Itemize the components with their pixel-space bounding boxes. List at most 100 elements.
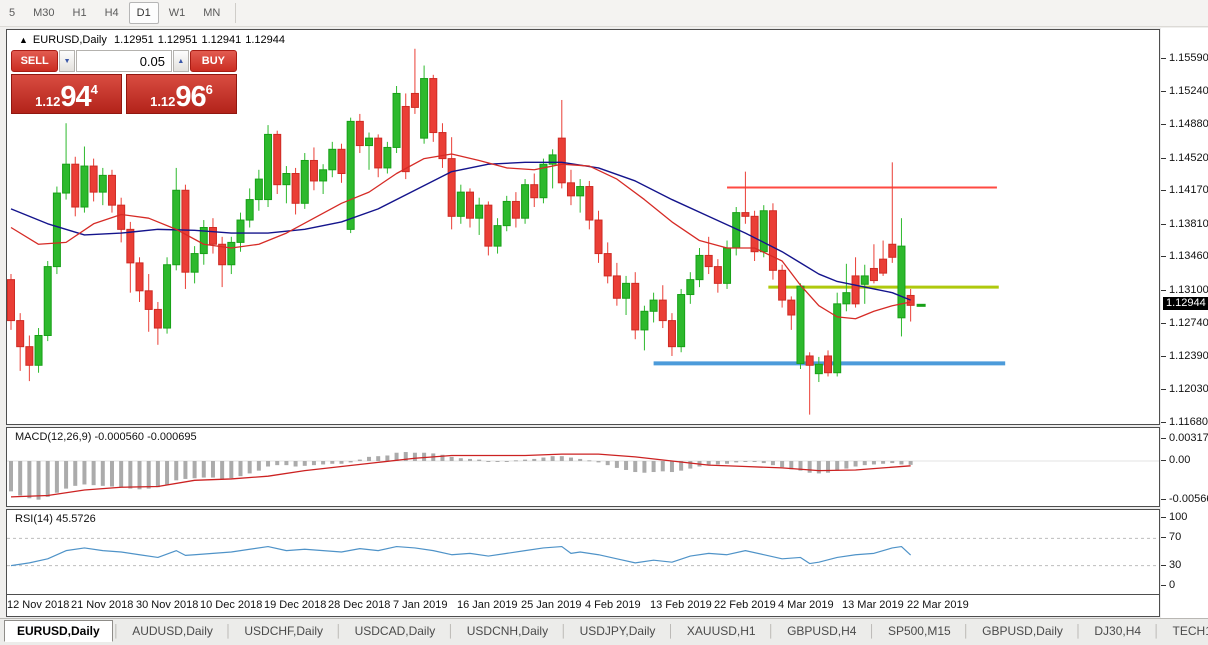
candle	[274, 134, 281, 184]
tab-sp500-m15[interactable]: SP500,M15	[876, 621, 963, 641]
candle	[760, 211, 767, 252]
candle	[641, 311, 648, 330]
quote-symbol: EURUSD,Daily	[33, 34, 107, 46]
candle	[182, 190, 189, 272]
candle	[540, 164, 547, 198]
candle	[338, 149, 345, 173]
candle	[81, 166, 88, 207]
tab-gbpusd-h4[interactable]: GBPUSD,H4	[775, 621, 868, 641]
timeframe-button-h1[interactable]: H1	[65, 2, 95, 24]
buy-price-main: 96	[175, 84, 205, 110]
candle	[26, 347, 33, 366]
macd-panel[interactable]: MACD(12,26,9) -0.000560 -0.000695	[6, 427, 1160, 507]
candle	[613, 276, 620, 298]
candle	[356, 121, 363, 145]
candle	[779, 270, 786, 300]
macd-histogram-bar	[358, 460, 362, 461]
date-tick-label: 22 Feb 2019	[714, 599, 776, 611]
axis-tick	[1161, 565, 1166, 566]
tab-gbpusd-daily[interactable]: GBPUSD,Daily	[970, 621, 1075, 641]
candle	[788, 300, 795, 315]
tab-usdcnh-daily[interactable]: USDCNH,Daily	[455, 621, 560, 641]
tab-audusd-daily[interactable]: AUDUSD,Daily	[120, 621, 225, 641]
volume-increase-button[interactable]: ▲	[173, 50, 189, 72]
candle	[852, 276, 859, 304]
timeframe-button-5[interactable]: 5	[1, 2, 23, 24]
tab-tech100-h1[interactable]: TECH100,H1	[1161, 621, 1208, 641]
candle	[448, 159, 455, 217]
macd-histogram-bar	[413, 453, 417, 461]
macd-histogram-bar	[817, 461, 821, 473]
timeframe-button-mn[interactable]: MN	[195, 2, 228, 24]
macd-label: MACD(12,26,9) -0.000560 -0.000695	[15, 431, 197, 443]
axis-tick	[1161, 290, 1166, 291]
tab-usdjpy-daily[interactable]: USDJPY,Daily	[568, 621, 668, 641]
macd-histogram-bar	[55, 461, 59, 493]
candle	[870, 268, 877, 280]
current-price-tag: 1.12944	[1163, 297, 1208, 310]
buy-price-box[interactable]: 1.12966	[126, 74, 237, 114]
date-axis[interactable]: 12 Nov 201821 Nov 201830 Nov 201810 Dec …	[6, 595, 1160, 617]
macd-histogram-bar	[872, 461, 876, 464]
macd-histogram-bar	[771, 461, 775, 465]
macd-histogram-bar	[909, 461, 913, 465]
macd-histogram-bar	[266, 461, 270, 467]
timeframe-button-m30[interactable]: M30	[25, 2, 62, 24]
axis-tick	[1161, 460, 1166, 461]
tab-separator: │	[335, 624, 343, 638]
date-tick-label: 13 Mar 2019	[842, 599, 904, 611]
macd-histogram-bar	[220, 461, 224, 479]
macd-histogram-bar	[541, 458, 545, 461]
candle	[329, 149, 336, 169]
tab-xauusd-h1[interactable]: XAUUSD,H1	[675, 621, 768, 641]
tab-usdcad-daily[interactable]: USDCAD,Daily	[343, 621, 448, 641]
macd-histogram-bar	[9, 461, 13, 491]
candle	[228, 242, 235, 264]
candle	[595, 220, 602, 254]
collapse-arrow-icon[interactable]: ▲	[19, 35, 28, 45]
quote-high: 1.12951	[158, 34, 198, 46]
axis-tick	[1161, 91, 1166, 92]
macd-histogram-bar	[532, 459, 536, 461]
sell-button[interactable]: SELL	[11, 50, 58, 72]
macd-histogram-bar	[734, 461, 738, 462]
tab-eurusd-daily[interactable]: EURUSD,Daily	[4, 620, 113, 642]
main-chart-panel[interactable]: ▲EURUSD,Daily 1.129511.129511.129411.129…	[6, 29, 1160, 425]
toolbar-separator	[235, 3, 236, 23]
macd-histogram-bar	[211, 461, 215, 478]
macd-histogram-bar	[753, 461, 757, 462]
timeframe-button-d1[interactable]: D1	[129, 2, 159, 24]
candle	[402, 106, 409, 171]
timeframe-button-h4[interactable]: H4	[97, 2, 127, 24]
axis-tick	[1161, 124, 1166, 125]
macd-tick-label: 0.003177	[1169, 432, 1208, 444]
candle	[154, 309, 161, 328]
macd-histogram-bar	[569, 458, 573, 461]
price-axis[interactable]: 1.155901.152401.148801.145201.141701.138…	[1161, 28, 1208, 618]
macd-histogram-bar	[688, 461, 692, 469]
candle	[797, 286, 804, 363]
macd-histogram-bar	[844, 461, 848, 469]
candle	[714, 267, 721, 284]
volume-decrease-button[interactable]: ▼	[59, 50, 75, 72]
rsi-panel[interactable]: RSI(14) 45.5726	[6, 509, 1160, 595]
macd-histogram-bar	[615, 461, 619, 468]
macd-histogram-bar	[275, 461, 279, 465]
candle	[623, 283, 630, 298]
macd-histogram-bar	[899, 461, 903, 464]
candle	[209, 228, 216, 245]
date-tick-label: 25 Jan 2019	[521, 599, 582, 611]
buy-button[interactable]: BUY	[190, 50, 237, 72]
macd-histogram-bar	[486, 461, 490, 462]
timeframe-button-w1[interactable]: W1	[161, 2, 194, 24]
tab-dj30-h4[interactable]: DJ30,H4	[1082, 621, 1153, 641]
volume-input[interactable]	[76, 50, 172, 72]
candle	[512, 201, 519, 218]
sell-price-box[interactable]: 1.12944	[11, 74, 122, 114]
candle	[164, 265, 171, 328]
price-tick-label: 1.14170	[1169, 184, 1208, 196]
tab-usdchf-daily[interactable]: USDCHF,Daily	[232, 621, 335, 641]
macd-histogram-bar	[18, 461, 22, 496]
macd-histogram-bar	[330, 461, 334, 464]
tab-separator: │	[225, 624, 233, 638]
